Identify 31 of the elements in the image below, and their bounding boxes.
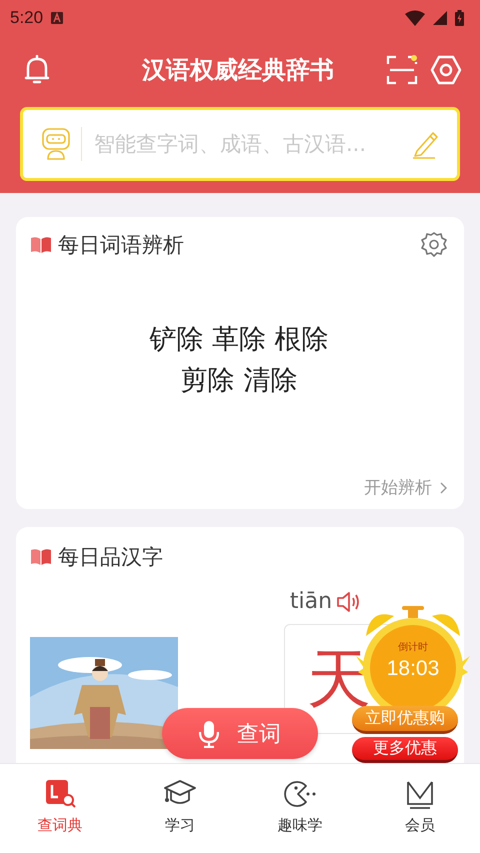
nav-tab[interactable]: 趣味学 <box>240 764 360 853</box>
wifi-icon <box>405 10 425 26</box>
pinyin: tiān <box>290 589 332 614</box>
card-title: 每日品汉字 <box>58 544 163 571</box>
settings-icon[interactable] <box>430 55 462 85</box>
chevron-icon[interactable] <box>440 482 448 494</box>
dictionary-icon <box>44 778 76 810</box>
notification-icon <box>51 12 64 24</box>
countdown-time: 18:03 <box>386 657 440 681</box>
settings-icon[interactable] <box>420 231 448 259</box>
voice-search-button[interactable]: 查词 <box>162 708 318 759</box>
microphone-icon <box>199 720 219 748</box>
battery-icon <box>455 10 464 26</box>
pacman-icon <box>284 778 316 810</box>
nav-tab[interactable]: 查词典 <box>0 764 120 853</box>
word-list: 剪除 清除 <box>180 360 298 401</box>
scan-icon[interactable] <box>386 54 418 86</box>
status-time: 5:20 <box>10 8 44 28</box>
start-link[interactable]: 开始辨析 <box>364 476 432 499</box>
bell-icon[interactable] <box>24 55 50 85</box>
nav-tab[interactable]: 会员 <box>360 764 480 853</box>
app-title: 汉语权威经典辞书 <box>140 54 335 86</box>
card-title: 每日词语辨析 <box>58 232 184 259</box>
book-icon <box>30 548 52 566</box>
signal-icon <box>433 11 447 25</box>
countdown-label: 倒计时 <box>398 640 428 654</box>
more-offers-button[interactable]: 更多优惠 <box>352 737 458 763</box>
word-list: 铲除 革除 根除 <box>149 320 329 360</box>
nav-tab[interactable]: 学习 <box>120 764 240 853</box>
book-icon <box>30 236 52 254</box>
robot-icon <box>41 127 71 161</box>
